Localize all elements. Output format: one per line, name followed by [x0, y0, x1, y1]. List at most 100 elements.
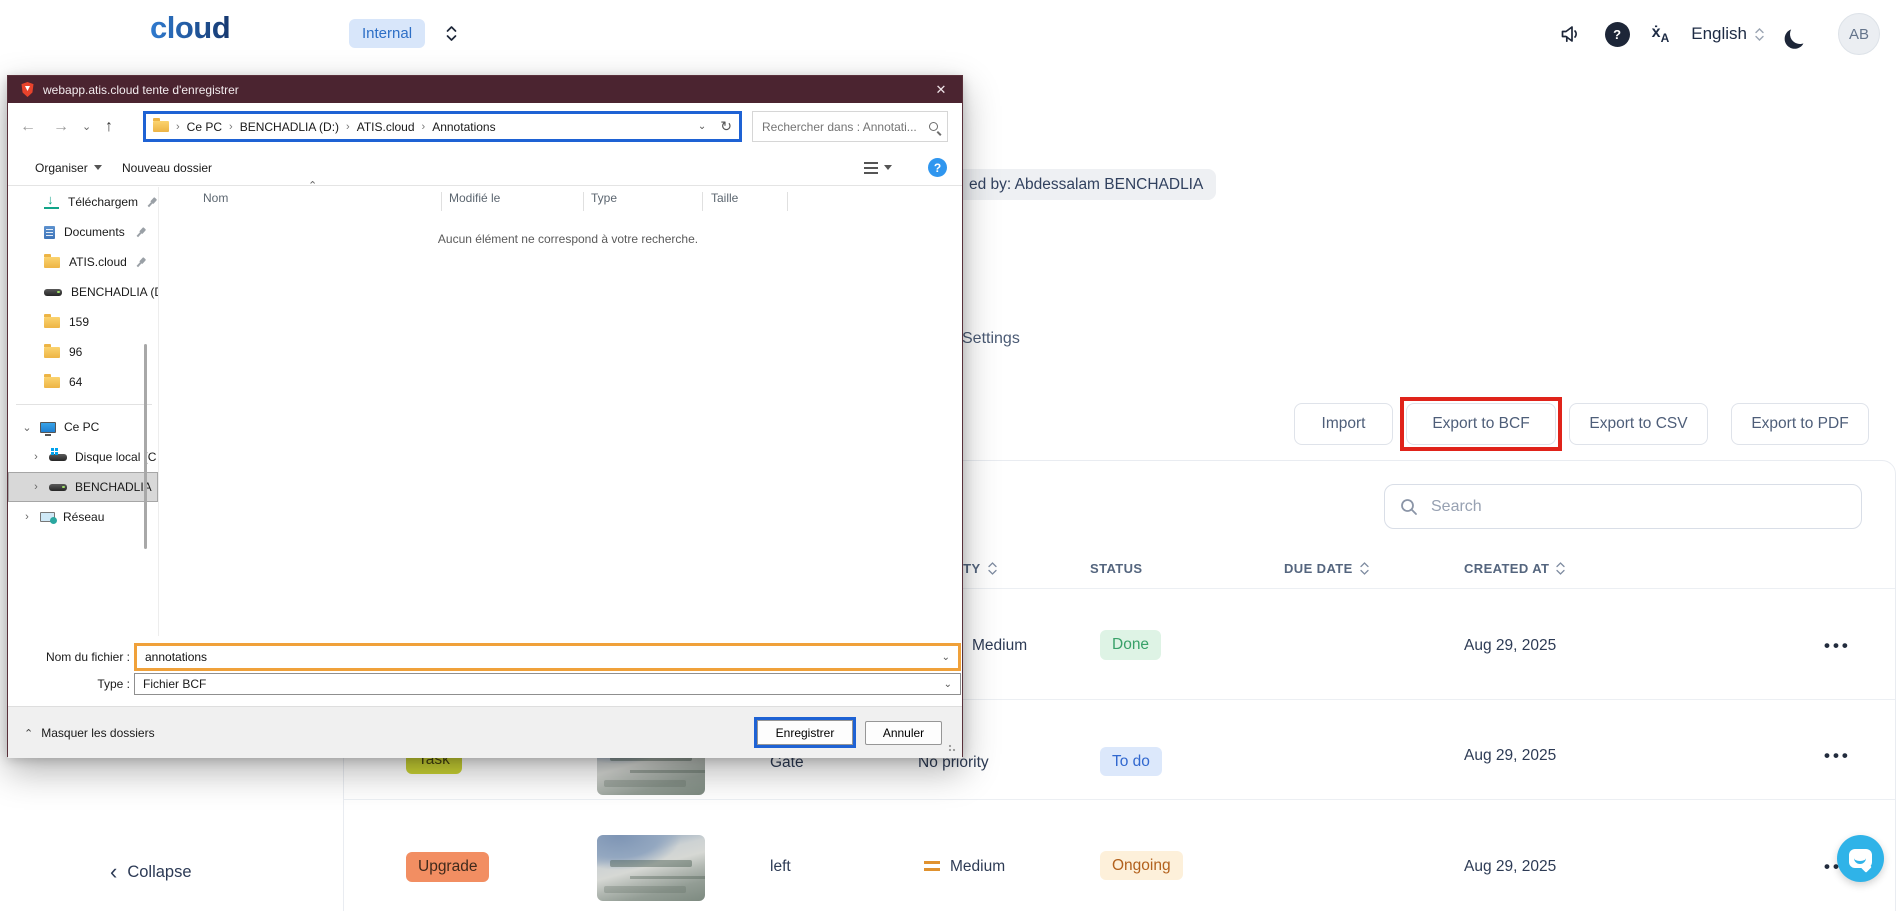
row3-title: left	[770, 858, 791, 876]
column-modifie-le[interactable]: Modifié le	[449, 191, 500, 205]
pin-icon	[134, 225, 149, 240]
list-view-icon	[864, 162, 878, 174]
user-avatar[interactable]: AB	[1838, 13, 1880, 55]
dropdown-triangle-icon	[94, 165, 102, 170]
address-dropdown-chevron-icon[interactable]: ⌄	[698, 121, 706, 132]
column-separator[interactable]	[702, 192, 703, 211]
row2-actions-menu[interactable]: •••	[1824, 746, 1851, 766]
language-selector[interactable]: English	[1691, 24, 1764, 44]
column-type[interactable]: Type	[591, 191, 617, 205]
tree-item-benchadlia-selected[interactable]: › BENCHADLIA	[8, 472, 158, 502]
sort-ascending-caret-icon: ⌃	[308, 179, 317, 192]
column-separator[interactable]	[441, 192, 442, 211]
row1-actions-menu[interactable]: •••	[1824, 636, 1851, 656]
chevron-up-icon	[446, 25, 457, 33]
column-separator[interactable]	[787, 192, 788, 211]
search-icon	[929, 122, 938, 131]
sort-icon	[1556, 562, 1565, 575]
chevron-collapsed-icon[interactable]: ›	[22, 511, 32, 523]
tree-item-reseau[interactable]: › Réseau	[8, 502, 158, 532]
chevron-collapsed-icon[interactable]: ›	[31, 451, 41, 463]
column-taille[interactable]: Taille	[711, 191, 738, 205]
back-arrow-icon[interactable]: ←	[20, 103, 36, 150]
save-button[interactable]: Enregistrer	[757, 720, 853, 745]
up-arrow-icon[interactable]: ↑	[105, 103, 113, 150]
drive-icon	[44, 289, 62, 296]
sidebar-item-documents[interactable]: Documents	[8, 217, 158, 247]
sidebar-divider	[16, 404, 152, 405]
forward-arrow-icon[interactable]: →	[53, 103, 69, 150]
dialog-search-input[interactable]	[762, 120, 923, 134]
dialog-titlebar[interactable]: webapp.atis.cloud tente d'enregistrer ✕	[8, 76, 962, 103]
filetype-select[interactable]: Fichier BCF ⌄	[134, 673, 961, 695]
sidebar-item-atis-cloud[interactable]: ATIS.cloud	[8, 247, 158, 277]
tab-settings[interactable]: Settings	[962, 330, 1020, 348]
chevron-collapsed-icon[interactable]: ›	[31, 481, 41, 493]
breadcrumb-atis-cloud[interactable]: ATIS.cloud	[357, 120, 415, 134]
export-pdf-button[interactable]: Export to PDF	[1731, 403, 1869, 445]
pin-icon	[134, 255, 149, 270]
row3-thumbnail[interactable]	[597, 835, 705, 901]
dark-mode-moon-icon[interactable]	[1789, 23, 1812, 46]
sidebar-item-telechargements[interactable]: Téléchargem	[8, 187, 158, 217]
filename-input[interactable]	[137, 650, 934, 664]
sidebar-list-separator	[158, 187, 159, 636]
dialog-footer: ⌃ Masquer les dossiers Enregistrer Annul…	[8, 706, 962, 758]
brave-browser-icon	[21, 82, 34, 97]
breadcrumb-ce-pc[interactable]: Ce PC	[187, 120, 222, 134]
announcements-icon[interactable]	[1557, 22, 1583, 46]
sidebar-item-96[interactable]: 96	[8, 337, 158, 367]
filename-label: Nom du fichier :	[8, 650, 130, 664]
tree-item-disque-local-c[interactable]: › Disque local (C	[8, 442, 158, 472]
breadcrumb-drive-d[interactable]: BENCHADLIA (D:)	[240, 120, 339, 134]
sort-icon	[988, 562, 997, 575]
column-header-status[interactable]: STATUS	[1090, 561, 1142, 576]
new-folder-button[interactable]: Nouveau dossier	[122, 150, 212, 185]
cancel-button[interactable]: Annuler	[865, 721, 942, 745]
document-icon	[44, 226, 55, 239]
computer-icon	[40, 422, 56, 433]
refresh-icon[interactable]: ↻	[720, 118, 732, 135]
help-icon[interactable]: ?	[1605, 22, 1630, 47]
sidebar-item-benchadlia-d[interactable]: BENCHADLIA (D	[8, 277, 158, 307]
column-header-created-at[interactable]: CREATED AT	[1464, 561, 1565, 576]
chat-bubble-button[interactable]	[1837, 835, 1884, 882]
environment-switcher-chevrons[interactable]	[445, 21, 457, 45]
folder-icon	[44, 377, 60, 388]
row3-priority: Medium	[924, 858, 1005, 876]
drive-icon	[49, 484, 67, 491]
history-chevron-icon[interactable]: ⌄	[82, 103, 91, 150]
export-csv-button[interactable]: Export to CSV	[1569, 403, 1708, 445]
chevron-expanded-icon[interactable]: ⌄	[22, 421, 32, 434]
hide-folders-button[interactable]: ⌃ Masquer les dossiers	[24, 707, 155, 759]
column-separator[interactable]	[583, 192, 584, 211]
tree-item-ce-pc[interactable]: ⌄ Ce PC	[8, 412, 158, 442]
sidebar-item-64[interactable]: 64	[8, 367, 158, 397]
breadcrumb-annotations[interactable]: Annotations	[432, 120, 495, 134]
column-header-due-date[interactable]: DUE DATE	[1284, 561, 1369, 576]
app-topbar: cloud Internal ? ẋA English AB	[0, 0, 1899, 68]
address-bar[interactable]: › Ce PC › BENCHADLIA (D:) › ATIS.cloud ›…	[143, 111, 742, 142]
empty-results-message: Aucun élément ne correspond à votre rech…	[308, 232, 828, 246]
close-icon[interactable]: ✕	[920, 76, 962, 103]
sidebar-collapse-button[interactable]: ‹ Collapse	[110, 862, 192, 882]
translate-icon[interactable]: ẋA	[1652, 24, 1670, 45]
import-button[interactable]: Import	[1294, 403, 1393, 445]
sidebar-scrollbar[interactable]	[144, 344, 147, 549]
filetype-value: Fichier BCF	[135, 677, 936, 691]
dialog-help-button[interactable]: ?	[928, 150, 947, 185]
dialog-sidebar: Téléchargem Documents ATIS.cloud BENCHAD…	[8, 187, 158, 636]
organize-menu[interactable]: Organiser	[35, 150, 102, 185]
export-bcf-button[interactable]: Export to BCF	[1406, 403, 1556, 445]
view-mode-button[interactable]	[864, 150, 892, 185]
column-nom[interactable]: Nom	[203, 191, 228, 205]
search-input[interactable]	[1431, 498, 1847, 516]
resize-grip[interactable]	[948, 744, 958, 754]
priority-medium-icon	[924, 861, 940, 871]
system-drive-icon	[49, 454, 67, 461]
sidebar-item-159[interactable]: 159	[8, 307, 158, 337]
breadcrumb-separator: ›	[346, 121, 350, 133]
chevron-down-icon[interactable]: ⌄	[934, 652, 958, 663]
environment-badge[interactable]: Internal	[349, 19, 425, 48]
table-divider	[344, 799, 1895, 800]
